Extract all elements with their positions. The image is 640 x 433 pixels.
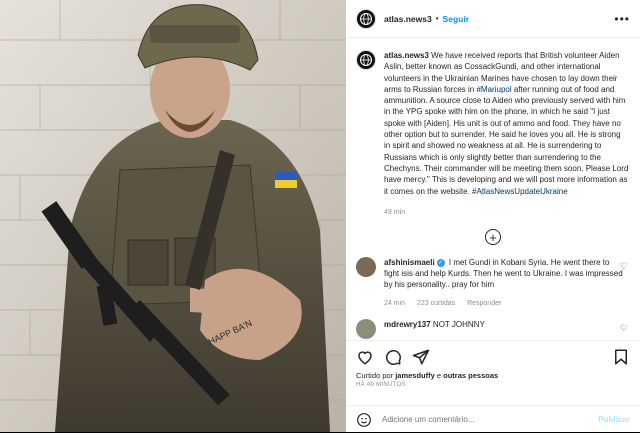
commenter-username[interactable]: mdrewry137: [384, 320, 431, 329]
author-avatar[interactable]: [356, 8, 376, 29]
instagram-post-modal: HAPP BA'N atlas.news3 • Seguir ••• atlas…: [0, 0, 640, 432]
follow-button[interactable]: Seguir: [443, 14, 469, 24]
comment-text: afshinismaeli ✓ I met Gundi in Kobani Syr…: [384, 257, 624, 309]
caption-username[interactable]: atlas.news3: [384, 51, 429, 60]
liked-suffix: e: [434, 371, 444, 380]
hashtag-link[interactable]: #Mariupol: [476, 85, 511, 94]
hashtag-link[interactable]: #AtlasNewsUpdateUkraine: [472, 187, 568, 196]
add-comment-bar: Publicar: [346, 405, 640, 433]
commenter-avatar[interactable]: [356, 257, 376, 278]
heart-icon[interactable]: [356, 348, 374, 366]
post-photo[interactable]: HAPP BA'N: [0, 0, 346, 432]
publish-button[interactable]: Publicar: [598, 415, 630, 424]
caption-body-2: after running out of food and ammunition…: [384, 84, 629, 196]
share-icon[interactable]: [412, 348, 430, 366]
emoji-icon[interactable]: [356, 412, 372, 428]
comments-scroll-area[interactable]: atlas.news3 We have received reports tha…: [346, 38, 640, 340]
commenter-avatar[interactable]: [356, 319, 376, 340]
comment-meta: 24 min 223 curtidas Responder: [384, 298, 624, 309]
reply-button[interactable]: Responder: [467, 300, 501, 307]
comment-icon[interactable]: [384, 348, 402, 366]
comment-input[interactable]: [382, 415, 599, 424]
caption-timestamp: 49 min: [384, 208, 406, 216]
liked-prefix: Curtido por: [356, 371, 396, 380]
author-username[interactable]: atlas.news3: [384, 14, 432, 24]
post-sidebar: atlas.news3 • Seguir ••• atlas.news3 We …: [346, 0, 640, 432]
comment-time: 24 min: [384, 300, 406, 308]
liked-others-link[interactable]: outras pessoas: [443, 371, 498, 380]
post-actions: Curtido por jamesduffy e outras pessoas …: [346, 340, 640, 432]
verified-badge-icon: ✓: [436, 259, 445, 268]
comment-item: afshinismaeli ✓ I met Gundi in Kobani Syr…: [356, 257, 630, 309]
liked-user-link[interactable]: jamesduffy: [395, 371, 435, 380]
post-time-ago: HÁ 49 MINUTOS: [356, 382, 406, 388]
comment-item: mdrewry137 NOT JOHNNY ♡: [356, 319, 630, 340]
soldier-photo-illustration: HAPP BA'N: [0, 0, 346, 432]
more-options-icon[interactable]: •••: [614, 12, 630, 26]
globe-logo-icon: [360, 54, 372, 66]
post-header: atlas.news3 • Seguir •••: [346, 0, 640, 38]
action-icons-row: [346, 341, 640, 367]
comment-like-icon[interactable]: ♡: [620, 261, 628, 272]
caption-block: atlas.news3 We have received reports tha…: [356, 50, 630, 218]
commenter-username[interactable]: afshinismaeli: [384, 258, 435, 267]
caption-text: atlas.news3 We have received reports tha…: [384, 50, 629, 218]
comment-text: mdrewry137 NOT JOHNNY: [384, 319, 624, 339]
comment-body: NOT JOHNNY: [430, 320, 485, 330]
comment-like-icon[interactable]: ♡: [620, 323, 628, 334]
caption-avatar[interactable]: [356, 50, 376, 70]
globe-logo-icon: [360, 12, 372, 25]
liked-by-text: Curtido por jamesduffy e outras pessoas: [346, 367, 640, 380]
separator-dot: •: [435, 14, 439, 23]
load-more-comments[interactable]: +: [356, 229, 630, 246]
plus-circle-icon[interactable]: +: [485, 229, 501, 246]
bookmark-icon[interactable]: [612, 348, 630, 366]
comment-likes[interactable]: 223 curtidas: [417, 300, 455, 307]
